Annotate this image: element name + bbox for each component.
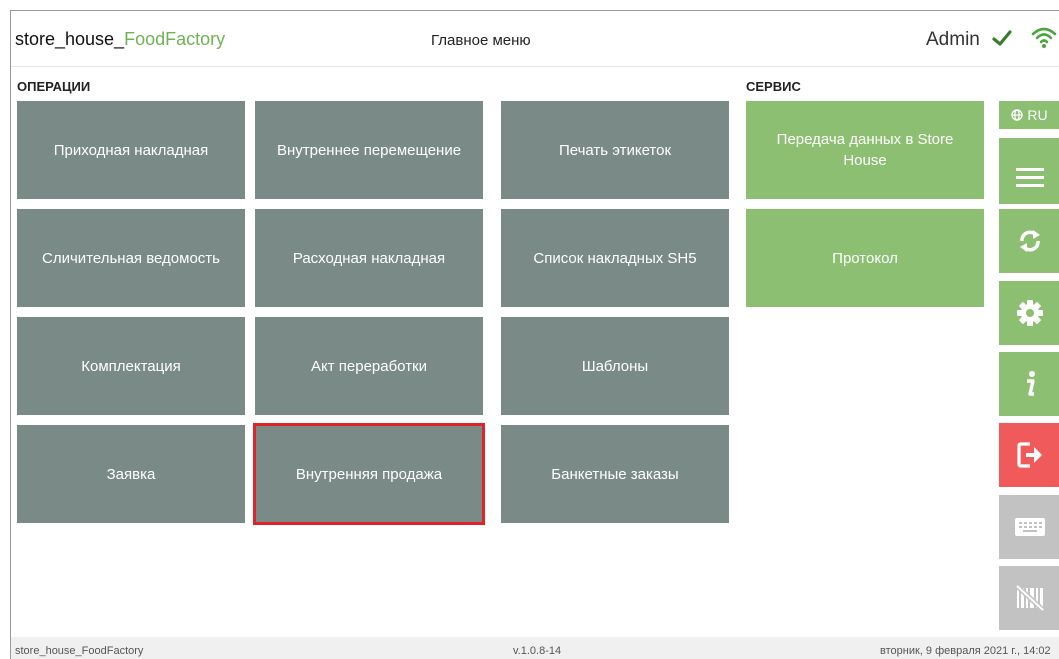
tile-request[interactable]: Заявка — [17, 425, 245, 523]
tile-data-transfer[interactable]: Передача данных в Store House — [746, 101, 984, 199]
tile-print-labels[interactable]: Печать этикеток — [501, 101, 729, 199]
footer-app-name: store_house_FoodFactory — [15, 645, 144, 657]
app-name: store_house_FoodFactory — [15, 29, 225, 50]
tile-processing-act[interactable]: Акт переработки — [255, 317, 483, 415]
app-name-suffix: FoodFactory — [124, 29, 226, 49]
user-name: Admin — [926, 29, 980, 50]
keyboard-icon — [1014, 518, 1045, 536]
tile-comparison-sheet[interactable]: Сличительная ведомость — [17, 209, 245, 307]
tile-sh5-invoice-list[interactable]: Список накладных SH5 — [501, 209, 729, 307]
info-icon — [1026, 371, 1035, 396]
tile-outgoing-invoice[interactable]: Расходная накладная — [255, 209, 483, 307]
app-name-prefix: store_house_ — [15, 29, 125, 49]
tile-banquet-orders[interactable]: Банкетные заказы — [501, 425, 729, 523]
tile-assembly[interactable]: Комплектация — [17, 317, 245, 415]
barcode-off-icon — [1014, 584, 1045, 612]
footer-version: v.1.0.8-14 — [513, 645, 562, 657]
operations-label: ОПЕРАЦИИ — [17, 79, 91, 94]
tile-incoming-invoice[interactable]: Приходная накладная — [17, 101, 245, 199]
status-bar: store_house_FoodFactory v.1.0.8-14 вторн… — [11, 637, 1059, 659]
language-button[interactable]: RU — [999, 101, 1059, 129]
language-label: RU — [1027, 107, 1048, 123]
check-icon — [991, 27, 1013, 54]
settings-button[interactable] — [999, 281, 1059, 345]
logout-button[interactable] — [999, 423, 1059, 487]
barcode-button[interactable] — [999, 566, 1059, 630]
wifi-icon — [1031, 25, 1057, 54]
footer-datetime: вторник, 9 февраля 2021 г., 14:02 — [880, 645, 1051, 657]
tile-protocol[interactable]: Протокол — [746, 209, 984, 307]
menu-button[interactable] — [999, 138, 1059, 204]
settings-icon — [1016, 300, 1043, 326]
logout-icon — [1016, 442, 1042, 468]
menu-icon — [1015, 168, 1044, 187]
app-window: store_house_FoodFactory Главное меню Adm… — [10, 10, 1059, 659]
tile-templates[interactable]: Шаблоны — [501, 317, 729, 415]
tile-internal-sale[interactable]: Внутренняя продажа — [253, 423, 485, 525]
info-button[interactable] — [999, 352, 1059, 416]
sync-icon — [1019, 230, 1040, 252]
page-title: Главное меню — [431, 32, 531, 49]
keyboard-button[interactable] — [999, 495, 1059, 559]
sync-button[interactable] — [999, 209, 1059, 273]
globe-icon — [1011, 109, 1024, 121]
header: store_house_FoodFactory Главное меню Adm… — [11, 11, 1059, 67]
service-label: СЕРВИС — [746, 79, 801, 94]
tile-internal-transfer[interactable]: Внутреннее перемещение — [255, 101, 483, 199]
